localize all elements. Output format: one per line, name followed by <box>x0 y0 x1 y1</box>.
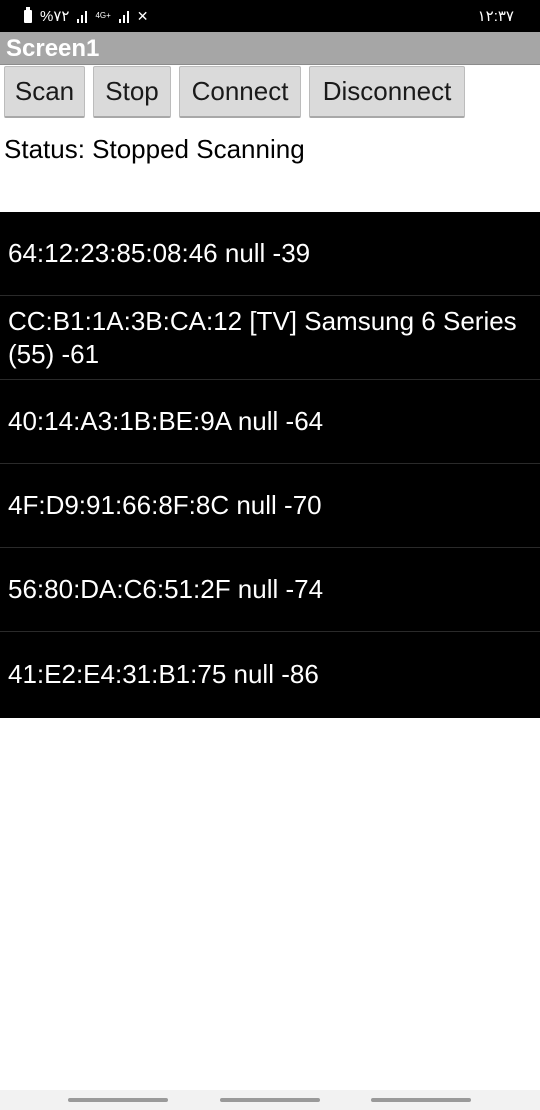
mute-icon: ✕ <box>136 7 149 24</box>
device-list: 64:12:23:85:08:46 null -39 CC:B1:1A:3B:C… <box>0 212 540 718</box>
list-item[interactable]: 64:12:23:85:08:46 null -39 <box>0 212 540 296</box>
scan-button[interactable]: Scan <box>4 66 85 118</box>
nav-recents-handle[interactable] <box>68 1098 168 1102</box>
navigation-bar <box>0 1090 540 1110</box>
status-bar-left: %۷۲ 4G+ ✕ <box>24 6 149 25</box>
status-label: Status: Stopped Scanning <box>4 134 305 164</box>
battery-icon <box>24 6 32 23</box>
status-bar: %۷۲ 4G+ ✕ ۱۲:۳۷ <box>0 0 540 32</box>
nav-home-handle[interactable] <box>220 1098 320 1102</box>
list-item[interactable]: 40:14:A3:1B:BE:9A null -64 <box>0 380 540 464</box>
screen-title: Screen1 <box>6 35 100 62</box>
list-item[interactable]: 4F:D9:91:66:8F:8C null -70 <box>0 464 540 548</box>
list-item[interactable]: CC:B1:1A:3B:CA:12 [TV] Samsung 6 Series … <box>0 296 540 380</box>
signal-icon <box>118 10 129 23</box>
nav-back-handle[interactable] <box>371 1098 471 1102</box>
network-type-label: 4G+ <box>95 11 111 20</box>
connect-button[interactable]: Connect <box>179 66 301 118</box>
signal-icon <box>77 10 88 23</box>
list-item[interactable]: 56:80:DA:C6:51:2F null -74 <box>0 548 540 632</box>
list-item[interactable]: 41:E2:E4:31:B1:75 null -86 <box>0 632 540 716</box>
battery-percent: %۷۲ <box>40 8 70 25</box>
button-row: Scan Stop Connect Disconnect <box>4 66 465 118</box>
disconnect-button[interactable]: Disconnect <box>309 66 465 118</box>
stop-button[interactable]: Stop <box>93 66 171 118</box>
clock: ۱۲:۳۷ <box>477 8 514 25</box>
title-bar: Screen1 <box>0 32 540 65</box>
